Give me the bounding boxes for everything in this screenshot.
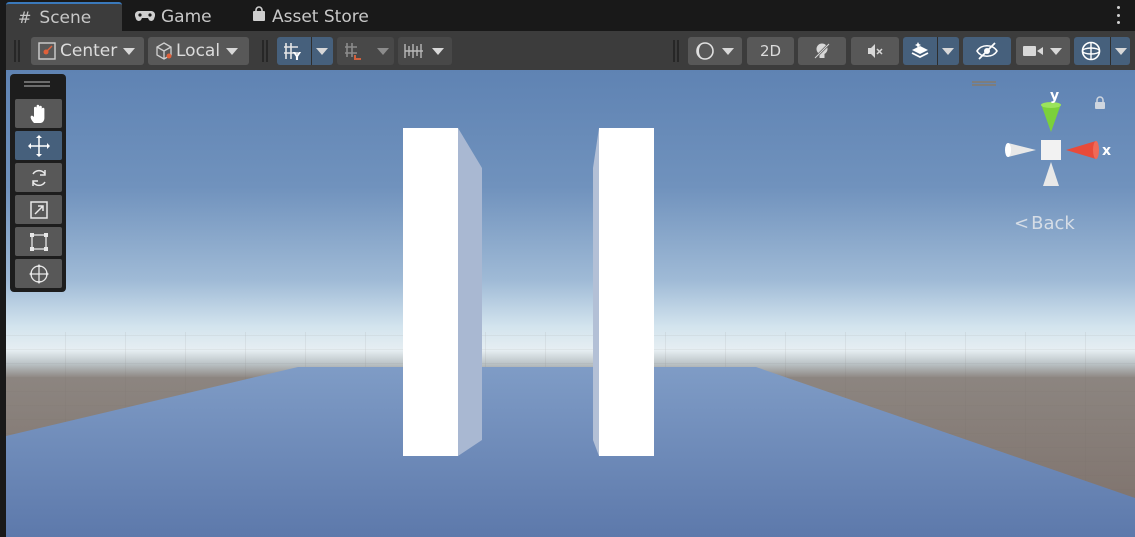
lightbulb-icon (812, 41, 832, 61)
increment-snap-dropdown[interactable] (398, 37, 452, 65)
toolbar-grip[interactable] (14, 40, 20, 62)
2d-mode-button[interactable]: 2D (747, 37, 794, 65)
pivot-mode-label: Center (60, 41, 118, 61)
pivot-mode-dropdown[interactable]: Center (31, 37, 144, 65)
speaker-mute-icon (865, 41, 885, 61)
layers-effects-icon (909, 41, 931, 61)
chevron-down-icon (722, 48, 734, 55)
2d-mode-label: 2D (759, 42, 782, 60)
gizmo-drag-handle[interactable] (972, 81, 996, 86)
right-wall (599, 128, 654, 456)
rotate-tool-button[interactable] (15, 163, 62, 192)
shading-sphere-icon (695, 41, 715, 61)
scene-viewport[interactable]: y x < Back (6, 70, 1135, 537)
left-wall-side (458, 128, 482, 456)
right-wall-side (593, 128, 599, 456)
svg-text:Y: Y (292, 50, 302, 61)
gizmo-x-label: x (1102, 143, 1111, 159)
video-camera-icon (1022, 43, 1044, 59)
scale-icon (28, 199, 50, 221)
pivot-rotation-dropdown[interactable]: Local (148, 37, 249, 65)
chevron-down-icon[interactable] (316, 48, 328, 55)
gamepad-icon (134, 7, 156, 27)
chevron-down-icon[interactable] (1115, 48, 1127, 55)
chevron-down-icon (123, 47, 136, 55)
audio-toggle-button[interactable] (851, 37, 899, 65)
rect-transform-icon (28, 231, 50, 253)
scene-visibility-button[interactable] (963, 37, 1011, 65)
pivot-center-icon (37, 41, 57, 61)
gizmo-neg-y-axis[interactable] (1043, 162, 1059, 186)
view-direction-label[interactable]: < Back (1014, 213, 1075, 234)
camera-settings-dropdown[interactable] (1016, 37, 1070, 65)
grid-snapping-icon (343, 41, 365, 61)
scene-geometry (6, 128, 1135, 537)
gizmo-x-axis[interactable] (1066, 141, 1096, 159)
move-arrows-icon (27, 134, 51, 158)
gizmos-toggle-button[interactable] (1074, 37, 1130, 65)
tab-game[interactable]: Game (134, 2, 212, 31)
tab-asset-store[interactable]: Asset Store (252, 2, 369, 31)
grid-visibility-button[interactable]: Y (277, 37, 333, 65)
grid-snapping-button[interactable] (337, 37, 394, 65)
cube-icon (154, 41, 174, 61)
back-label-text: Back (1031, 213, 1075, 234)
pivot-rotation-label: Local (176, 41, 221, 61)
left-wall (403, 128, 458, 456)
hash-icon: # (18, 8, 32, 27)
chevron-down-icon (432, 48, 444, 55)
tab-scene-label: Scene (39, 7, 92, 28)
chevron-down-icon[interactable] (377, 48, 389, 55)
tab-bar: # Scene Game Asset Store (0, 0, 1135, 31)
chevron-down-icon (1050, 48, 1062, 55)
hand-icon (28, 103, 50, 125)
transform-combined-icon (27, 262, 51, 286)
rect-tool-button[interactable] (15, 227, 62, 256)
tool-palette (10, 74, 66, 292)
tab-asset-store-label: Asset Store (272, 6, 369, 27)
chevron-left-icon: < (1014, 213, 1030, 234)
gizmo-y-axis[interactable] (1041, 104, 1061, 132)
move-tool-button[interactable] (15, 131, 62, 160)
chevron-down-icon[interactable] (942, 48, 954, 55)
transform-tool-button[interactable] (15, 259, 62, 288)
ruler-icon (403, 41, 427, 61)
toolbar-grip[interactable] (262, 40, 268, 62)
tab-scene[interactable]: # Scene (6, 2, 122, 31)
gizmo-center-cube[interactable] (1041, 140, 1061, 160)
scale-tool-button[interactable] (15, 195, 62, 224)
shopping-bag-icon (252, 6, 266, 27)
grid-snap-icon: Y (282, 41, 304, 61)
toolbar-grip[interactable] (673, 40, 679, 62)
palette-drag-handle[interactable] (24, 81, 50, 87)
draw-mode-dropdown[interactable] (688, 37, 742, 65)
effects-toggle-button[interactable] (903, 37, 959, 65)
hand-tool-button[interactable] (15, 99, 62, 128)
orientation-gizmo[interactable]: y x (996, 88, 1116, 208)
eye-hidden-icon (975, 41, 999, 61)
gizmo-y-label: y (1050, 88, 1059, 104)
chevron-down-icon (226, 47, 239, 55)
scene-toolbar: Center Local Y 2D (6, 31, 1135, 70)
rotate-icon (28, 167, 50, 189)
gizmo-globe-icon (1080, 40, 1102, 62)
more-options-icon[interactable] (1115, 6, 1121, 24)
lighting-toggle-button[interactable] (798, 37, 846, 65)
tab-game-label: Game (161, 6, 212, 27)
gizmo-neg-x-axis[interactable] (1008, 143, 1036, 157)
